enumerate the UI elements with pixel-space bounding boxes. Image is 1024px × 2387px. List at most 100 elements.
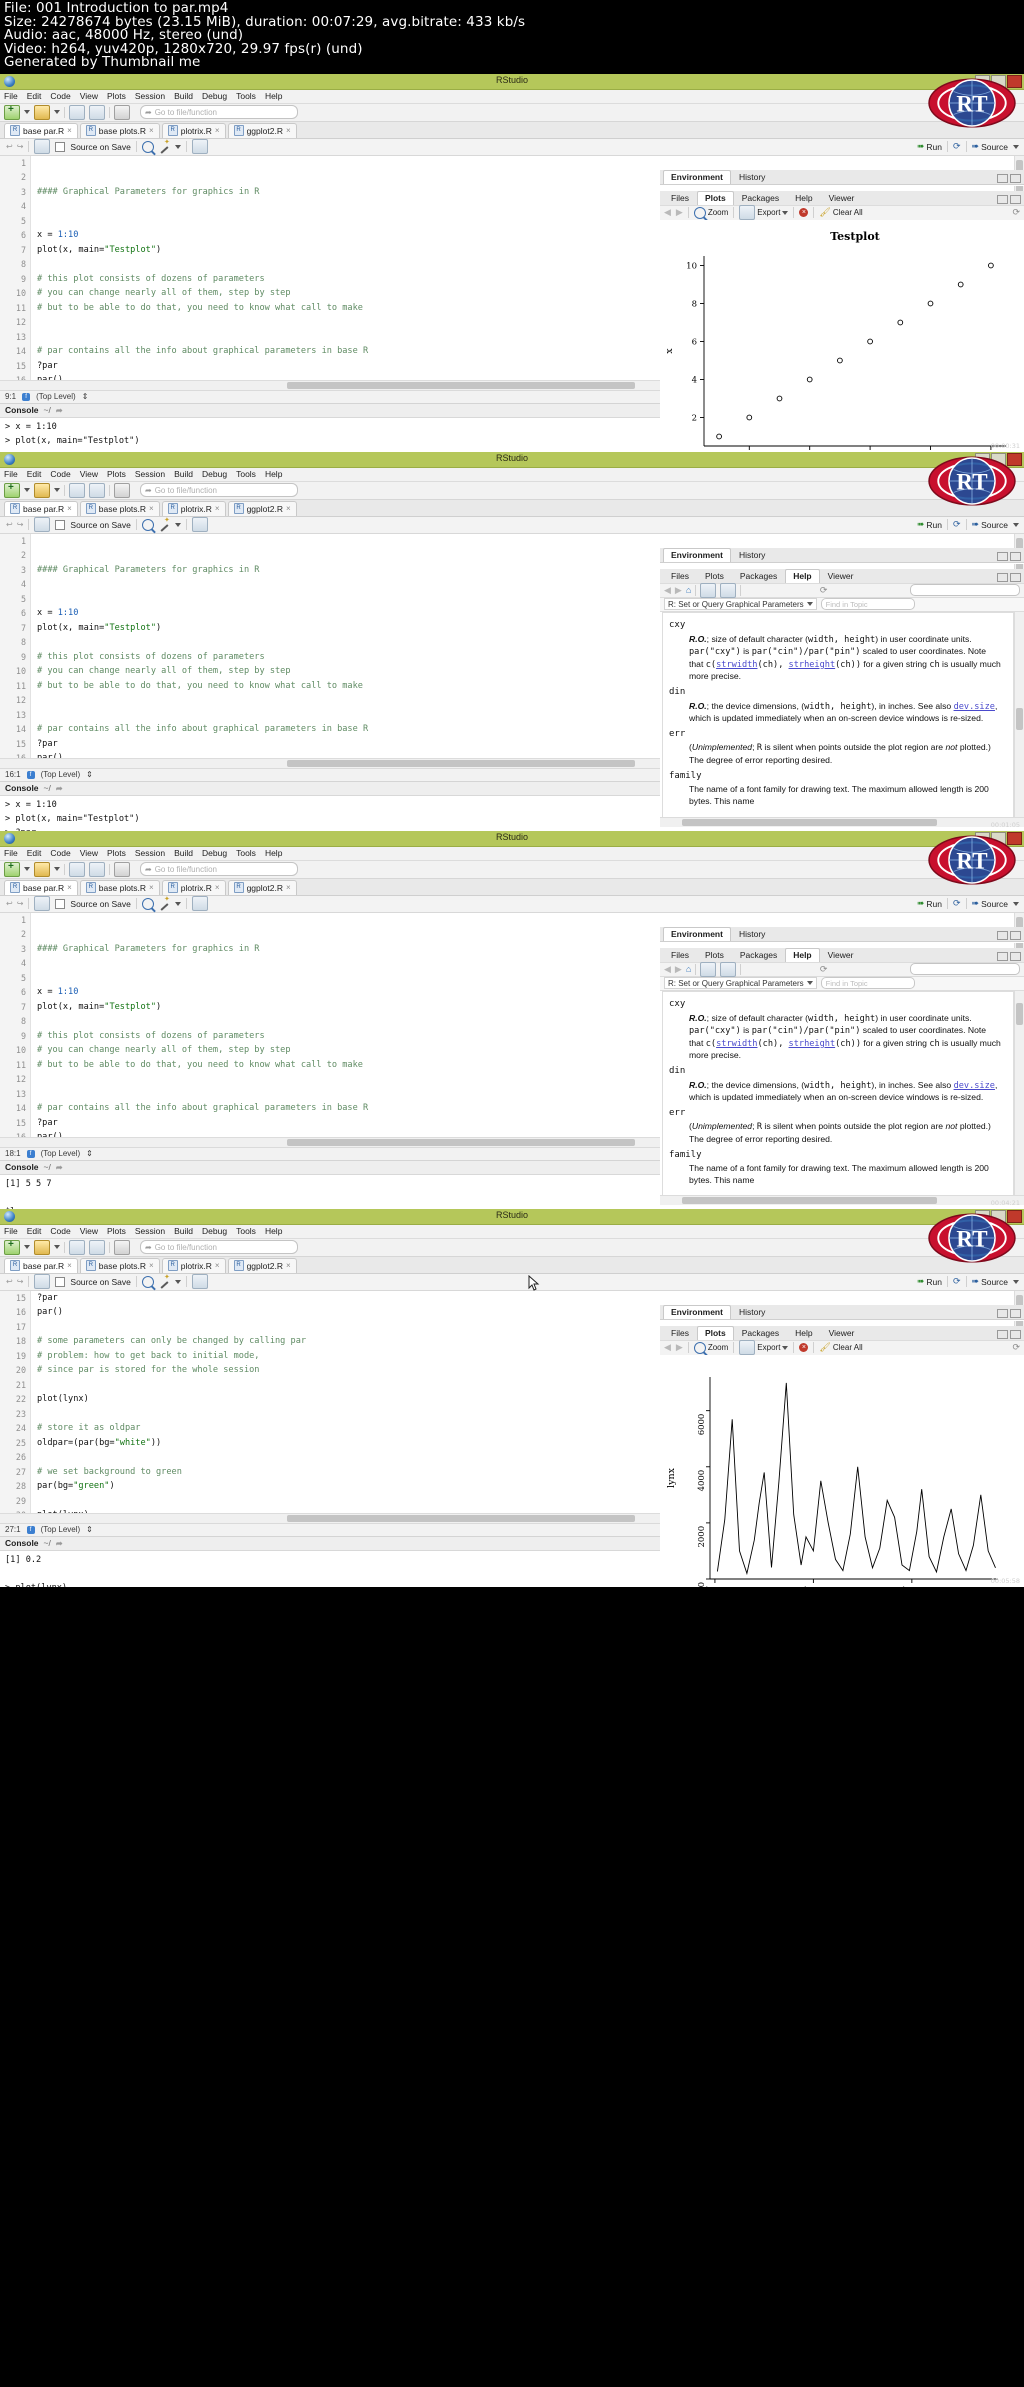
tab-environment[interactable]: Environment	[663, 547, 731, 562]
console-share-icon[interactable]: ➦	[56, 1163, 63, 1172]
editor-hscroll-thumb[interactable]	[286, 1514, 635, 1522]
tab-history[interactable]: History	[731, 548, 773, 562]
environment-tab-strip[interactable]: Environment History	[660, 547, 1024, 563]
close-tab-icon[interactable]: ×	[215, 1261, 220, 1270]
home-icon[interactable]: ⌂	[686, 964, 691, 974]
run-button-group[interactable]: ➠ Run ⟳ ➠ Source	[917, 519, 1024, 531]
close-tab-icon[interactable]: ×	[286, 883, 291, 892]
compile-report-icon[interactable]	[191, 1274, 208, 1290]
source-on-save-checkbox[interactable]	[55, 519, 66, 530]
help-document[interactable]: cxy R.O.; size of default character (widt…	[662, 990, 1014, 1196]
menu-item-view[interactable]: View	[80, 91, 98, 101]
help-scroll-thumb[interactable]	[1016, 707, 1023, 730]
new-file-chevron-down-icon[interactable]	[24, 867, 30, 872]
find-replace-icon[interactable]	[141, 140, 154, 153]
menu-item-plots[interactable]: Plots	[107, 848, 126, 858]
help-topic-bar[interactable]: R: Set or Query Graphical Parameters Find…	[660, 597, 1024, 612]
menu-bar[interactable]: File Edit Code View Plots Session Build Debug To…	[0, 1224, 1024, 1239]
editor-tab-plotrix-r[interactable]: Rplotrix.R ×	[161, 122, 226, 138]
tab-history[interactable]: History	[731, 1305, 773, 1319]
help-toolbar[interactable]: ◀ ▶ ⌂ ⟳	[660, 582, 1024, 598]
home-icon[interactable]: ⌂	[686, 585, 691, 595]
help-refresh-icon[interactable]: ⟳	[820, 585, 832, 596]
tab-viewer[interactable]: Viewer	[820, 948, 862, 962]
source-toolbar[interactable]: ↩ ↪ Source on Save ➠ Run ⟳	[0, 516, 1024, 534]
menu-item-edit[interactable]: Edit	[27, 469, 42, 479]
save-icon[interactable]	[69, 1239, 85, 1255]
help-search-input[interactable]	[909, 963, 1020, 976]
console-share-icon[interactable]: ➦	[56, 406, 63, 415]
editor-tab-ggplot2-r[interactable]: Rggplot2.R ×	[227, 500, 297, 516]
main-toolbar[interactable]: ➦ Go to file/function	[0, 481, 1024, 500]
help-scroll-thumb[interactable]	[1016, 1002, 1023, 1025]
goto-file-input[interactable]: ➦ Go to file/function	[140, 1240, 298, 1255]
menu-item-debug[interactable]: Debug	[202, 848, 227, 858]
menu-item-view[interactable]: View	[80, 469, 98, 479]
new-file-chevron-down-icon[interactable]	[24, 488, 30, 493]
menu-item-file[interactable]: File	[4, 1226, 18, 1236]
redo-icon[interactable]: ↪	[17, 520, 24, 529]
editor-tab-base-par-r[interactable]: Rbase par.R ×	[4, 500, 78, 516]
tab-environment[interactable]: Environment	[663, 926, 731, 941]
environment-minimize-button[interactable]	[997, 173, 1008, 183]
files-maximize-button[interactable]	[1010, 1329, 1021, 1339]
tab-history[interactable]: History	[731, 170, 773, 184]
editor-tab-plotrix-r[interactable]: Rplotrix.R ×	[161, 1257, 226, 1273]
help-link[interactable]: strheight	[789, 1039, 836, 1049]
plot-previous-icon[interactable]: ◀	[664, 207, 671, 218]
menu-item-build[interactable]: Build	[174, 848, 193, 858]
print-icon[interactable]	[114, 482, 130, 498]
find-in-topic-input[interactable]: Find in Topic	[820, 977, 915, 990]
files-plots-tab-strip[interactable]: Files Plots Packages Help Viewer	[660, 568, 1024, 584]
editor-tab-ggplot2-r[interactable]: Rggplot2.R ×	[227, 1257, 297, 1273]
menu-item-build[interactable]: Build	[174, 91, 193, 101]
find-in-topic-input[interactable]: Find in Topic	[820, 598, 915, 611]
editor-tab-plotrix-r[interactable]: Rplotrix.R ×	[161, 500, 226, 516]
print-icon[interactable]	[114, 104, 130, 120]
close-tab-icon[interactable]: ×	[149, 126, 154, 135]
run-button-group[interactable]: ➠ Run ⟳ ➠ Source	[917, 141, 1024, 153]
plot-refresh-icon[interactable]: ⟳	[1012, 207, 1024, 218]
code-tools-chevron-down-icon[interactable]	[174, 522, 181, 527]
code-tools-icon[interactable]	[159, 1273, 170, 1287]
tab-packages[interactable]: Packages	[734, 191, 787, 205]
close-tab-icon[interactable]: ×	[215, 126, 220, 135]
close-tab-icon[interactable]: ×	[149, 883, 154, 892]
help-popout-icon[interactable]	[720, 582, 737, 598]
undo-redo-group[interactable]: ↩ ↪	[6, 899, 23, 908]
help-topic-chevron-down-icon[interactable]	[806, 602, 813, 607]
code-tools-icon[interactable]	[159, 895, 170, 909]
remove-plot-icon[interactable]: ×	[799, 1343, 809, 1353]
run-button[interactable]: ➠ Run	[917, 519, 942, 530]
find-replace-icon[interactable]	[141, 1275, 154, 1288]
menu-item-code[interactable]: Code	[50, 469, 70, 479]
open-file-icon[interactable]	[34, 482, 50, 498]
main-toolbar[interactable]: ➦ Go to file/function	[0, 860, 1024, 879]
menu-item-debug[interactable]: Debug	[202, 469, 227, 479]
close-tab-icon[interactable]: ×	[67, 504, 72, 513]
editor-tab-base-plots-r[interactable]: Rbase plots.R ×	[79, 500, 160, 516]
undo-icon[interactable]: ↩	[6, 520, 13, 529]
open-file-icon[interactable]	[34, 1239, 50, 1255]
menu-item-file[interactable]: File	[4, 848, 18, 858]
new-file-icon[interactable]	[4, 104, 20, 120]
help-back-icon[interactable]: ◀	[664, 585, 671, 596]
goto-file-input[interactable]: ➦ Go to file/function	[140, 483, 298, 498]
close-tab-icon[interactable]: ×	[215, 883, 220, 892]
close-tab-icon[interactable]: ×	[286, 1261, 291, 1270]
environment-maximize-button[interactable]	[1010, 930, 1021, 940]
editor-hscroll-thumb[interactable]	[286, 381, 635, 389]
print-icon[interactable]	[114, 1239, 130, 1255]
tab-packages[interactable]: Packages	[732, 569, 785, 583]
menu-item-tools[interactable]: Tools	[236, 848, 256, 858]
files-plots-tab-strip[interactable]: Files Plots Packages Help Viewer	[660, 947, 1024, 963]
menu-item-plots[interactable]: Plots	[107, 1226, 126, 1236]
editor-tab-strip[interactable]: Rbase par.R × Rbase plots.R × Rplotrix.R × Rgg…	[0, 499, 1024, 517]
run-button-group[interactable]: ➠ Run ⟳ ➠ Source	[917, 1276, 1024, 1288]
tab-packages[interactable]: Packages	[734, 1326, 787, 1340]
open-file-chevron-down-icon[interactable]	[54, 110, 60, 115]
editor-tab-base-par-r[interactable]: Rbase par.R ×	[4, 879, 78, 895]
source-chevron-down-icon[interactable]	[1013, 901, 1019, 906]
rerun-icon[interactable]: ⟳	[953, 519, 961, 530]
files-plots-tab-strip[interactable]: Files Plots Packages Help Viewer	[660, 190, 1024, 206]
